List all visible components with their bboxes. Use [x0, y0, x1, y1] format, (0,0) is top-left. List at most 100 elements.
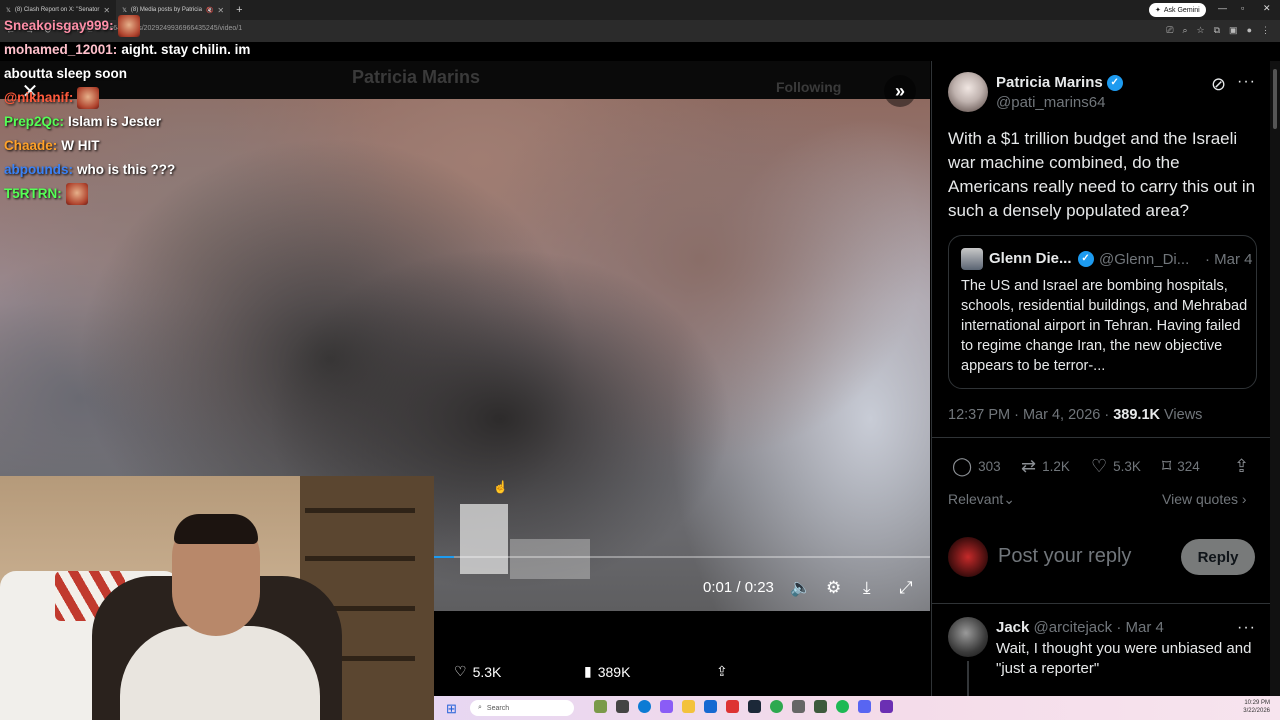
close-window-icon[interactable]: ✕ [1263, 3, 1271, 14]
media-views-button[interactable]: ▮ 389K [584, 663, 630, 680]
pip-icon[interactable]: ⤓ [863, 578, 871, 598]
search-icon: ⌕ [478, 704, 482, 711]
chat-emote-icon [77, 87, 100, 109]
chrome-icon[interactable] [770, 700, 783, 713]
video-time: 0:01 / 0:23 [703, 579, 774, 596]
share-icon: ⇪ [716, 663, 728, 679]
steam-icon[interactable] [748, 700, 761, 713]
streamer-hoodie [120, 626, 320, 720]
author-avatar[interactable] [948, 72, 988, 112]
store-icon[interactable] [704, 700, 717, 713]
quoted-tweet-text: The US and Israel are bombing hospitals,… [961, 278, 1248, 374]
sidebar-icon[interactable]: ▣ [1229, 25, 1238, 36]
quoted-date: · Mar 4 [1205, 251, 1253, 268]
chat-text: aight. stay chilin. im [121, 42, 251, 57]
menu-icon[interactable]: ⋮ [1261, 25, 1270, 36]
share-button[interactable]: ⇪ [1234, 456, 1249, 477]
gemini-icon: ✦ [1155, 7, 1161, 14]
cast-icon[interactable]: ⎚ [1166, 25, 1173, 36]
grok-icon[interactable]: ⊘ [1211, 74, 1226, 95]
extensions-icon[interactable]: ⧉ [1214, 25, 1220, 36]
expand-panel-icon[interactable]: » [884, 75, 916, 107]
chat-emote-icon [65, 183, 88, 205]
fullscreen-icon[interactable]: ⤢ [899, 578, 913, 598]
app-icon[interactable] [814, 700, 827, 713]
bookmark-icon: ⌑ [1162, 456, 1172, 476]
view-quotes-link[interactable]: View quotes › [1162, 491, 1247, 507]
obs-icon[interactable] [880, 700, 893, 713]
minimize-icon[interactable]: — [1218, 3, 1227, 13]
chat-message: Chaade: W HIT [4, 134, 250, 158]
reply-submit-button[interactable]: Reply [1181, 539, 1255, 575]
stream-chat-overlay: Sneakoisgay999: mohamed_12001: aight. stay… [4, 14, 250, 206]
windows-start-icon[interactable]: ⊞ [446, 701, 457, 717]
quoted-author-name: Glenn Die... ✓ [989, 250, 1094, 267]
widget-icon[interactable] [594, 700, 607, 713]
quoted-tweet[interactable]: Glenn Die... ✓ @Glenn_Di... · Mar 4 The … [948, 235, 1257, 389]
tweet-metadata: 12:37 PM · Mar 4, 2026 · 389.1K Views [948, 407, 1203, 423]
restore-icon[interactable]: ▫ [1241, 3, 1244, 13]
chat-username: abpounds: [4, 162, 73, 177]
discord-icon[interactable] [858, 700, 871, 713]
tab-label: (8) Clash Report on X: "Senator [14, 7, 100, 13]
edge-icon[interactable] [638, 700, 651, 713]
settings-gear-icon[interactable]: ⚙ [826, 578, 841, 598]
media-like-button[interactable]: ♡ 5.3K [454, 663, 501, 680]
chat-message: T5RTRN: [4, 182, 250, 206]
bookmark-star-icon[interactable]: ☆ [1197, 25, 1205, 36]
reply-text: Wait, I thought you were unbiased and "j… [996, 640, 1252, 677]
chat-username: Sneakoisgay999: [4, 18, 114, 33]
reply-button[interactable]: ◯ 303 [952, 456, 1001, 477]
video-progress-bar[interactable] [434, 556, 930, 558]
reply-author-avatar[interactable] [948, 617, 988, 657]
more-options-icon[interactable]: ··· [1237, 619, 1256, 637]
chat-emote-icon [117, 15, 140, 37]
bookmark-button[interactable]: ⌑ 324 [1162, 456, 1200, 477]
video-building [460, 504, 508, 574]
sort-replies-dropdown[interactable]: Relevant⌄ [948, 491, 1015, 508]
repost-button[interactable]: ⇄ 1.2K [1021, 456, 1070, 477]
reply-input[interactable]: Post your reply [998, 545, 1131, 568]
background-profile-name: Patricia Marins [352, 67, 481, 87]
taskbar-search[interactable]: ⌕ Search [470, 700, 574, 716]
volume-icon[interactable]: 🔈 [790, 578, 811, 598]
repost-icon: ⇄ [1021, 456, 1037, 476]
my-avatar [948, 537, 988, 577]
ask-gemini-button[interactable]: ✦ Ask Gemini [1149, 3, 1206, 17]
author-name[interactable]: Patricia Marins ✓ [996, 74, 1123, 91]
comment-icon: ◯ [952, 456, 973, 476]
task-view-icon[interactable] [616, 700, 629, 713]
zoom-icon[interactable]: ⌕ [1182, 25, 1187, 36]
app-icon[interactable] [726, 700, 739, 713]
mouse-cursor-icon: ☝ [493, 480, 508, 494]
webcam-feed [0, 476, 434, 720]
taskbar-clock[interactable]: 10:29 PM 3/22/2026 [1243, 699, 1270, 715]
streamer-hair [174, 514, 258, 544]
chat-message: aboutta sleep soon [4, 62, 250, 86]
chat-username: Chaade: [4, 138, 58, 153]
thread-line [967, 661, 969, 696]
scrollbar[interactable] [1270, 61, 1280, 696]
chat-username: T5RTRN: [4, 186, 62, 201]
quoted-author-handle: @Glenn_Di... [1099, 251, 1190, 268]
like-button[interactable]: ♡ 5.3K [1091, 456, 1141, 477]
copilot-icon[interactable] [660, 700, 673, 713]
chat-text: Islam is Jester [68, 114, 162, 129]
app-icon[interactable] [792, 700, 805, 713]
more-options-icon[interactable]: ··· [1237, 73, 1256, 91]
author-handle[interactable]: @pati_marins64 [996, 94, 1105, 111]
divider [932, 437, 1270, 438]
background-following-label: Following [776, 79, 842, 95]
reply-author[interactable]: Jack @arcitejack · Mar 4 [996, 619, 1164, 636]
chevron-down-icon: ⌄ [1003, 491, 1015, 507]
scrollbar-thumb[interactable] [1273, 69, 1277, 129]
chat-username: Prep2Qc: [4, 114, 65, 129]
chat-message: @nikhanif: [4, 86, 250, 110]
mute-tab-icon[interactable]: 🔇 [206, 7, 213, 14]
media-share-button[interactable]: ⇪ [716, 663, 728, 680]
profile-icon[interactable]: ● [1247, 25, 1252, 36]
chat-username: mohamed_12001: [4, 42, 118, 57]
spotify-icon[interactable] [836, 700, 849, 713]
file-explorer-icon[interactable] [682, 700, 695, 713]
verified-badge-icon: ✓ [1106, 74, 1123, 91]
